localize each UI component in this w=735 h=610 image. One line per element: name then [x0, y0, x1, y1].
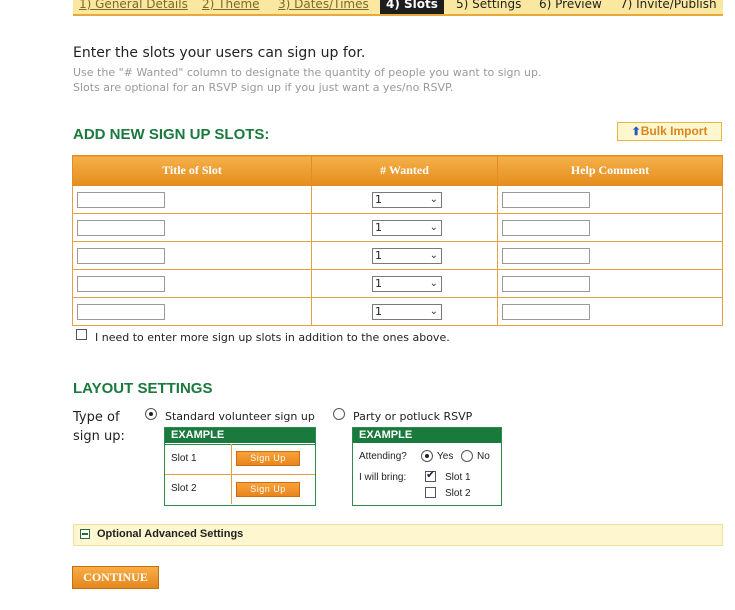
example-yes-radio: [421, 450, 433, 462]
tab-dates-times[interactable]: 3) Dates/Times: [278, 0, 369, 12]
slot-row: 1 ⌄: [72, 269, 723, 298]
wanted-select-value: 1: [375, 192, 382, 206]
party-rsvp-radio[interactable]: [333, 408, 345, 420]
wanted-select[interactable]: 1 ⌄: [372, 275, 442, 292]
arrow-up-icon: ⬆: [631, 126, 641, 138]
column-title-of-slot: Title of Slot: [72, 155, 312, 186]
wanted-select[interactable]: 1 ⌄: [372, 191, 442, 208]
help-comment-input[interactable]: [502, 219, 590, 236]
example-slot-1-checkbox: ✔: [425, 468, 436, 482]
slot-row: 1 ⌄: [72, 185, 723, 214]
chevron-down-icon: ⌄: [429, 221, 438, 233]
tab-general-details[interactable]: 1) General Details: [79, 0, 188, 12]
slot-title-input[interactable]: [77, 219, 165, 236]
wanted-select[interactable]: 1 ⌄: [372, 303, 442, 320]
slot-title-cell: [72, 269, 312, 298]
layout-settings-heading: LAYOUT SETTINGS: [73, 380, 213, 397]
wanted-select-value: 1: [375, 220, 382, 234]
chevron-down-icon: ⌄: [429, 193, 438, 205]
slot-comment-cell: [497, 213, 723, 242]
slot-wanted-cell: 1 ⌄: [311, 185, 498, 214]
help-comment-input[interactable]: [502, 303, 590, 320]
column-help-comment: Help Comment: [497, 155, 723, 186]
slots-table: Title of Slot # Wanted Help Comment 1 ⌄ 1 ⌄…: [72, 155, 723, 326]
example-sign-up-button-2: Sign Up: [236, 482, 300, 497]
example-attending-label: Attending?: [359, 451, 407, 462]
slot-wanted-cell: 1 ⌄: [311, 297, 498, 326]
example-slot-2-label: Slot 2: [171, 483, 197, 494]
advanced-settings-toggle[interactable]: Optional Advanced Settings: [73, 524, 723, 546]
tab-slots[interactable]: 4) Slots: [380, 0, 444, 14]
chevron-down-icon: ⌄: [429, 249, 438, 261]
standard-signup-radio[interactable]: [145, 408, 157, 420]
slot-wanted-cell: 1 ⌄: [311, 213, 498, 242]
slot-title-cell: [72, 241, 312, 270]
example-header: EXAMPLE: [353, 428, 501, 443]
wanted-select-value: 1: [375, 304, 382, 318]
slots-table-header: Title of Slot # Wanted Help Comment: [72, 155, 723, 186]
wanted-select-value: 1: [375, 248, 382, 262]
tab-preview[interactable]: 6) Preview: [539, 0, 602, 12]
more-slots-checkbox[interactable]: [76, 329, 87, 340]
slot-comment-cell: [497, 241, 723, 270]
slot-comment-cell: [497, 297, 723, 326]
add-slots-heading: ADD NEW SIGN UP SLOTS:: [73, 126, 270, 143]
example-party-slot-2: Slot 2: [445, 488, 471, 499]
intro-hint-wanted: Use the "# Wanted" column to designate t…: [73, 66, 542, 79]
bulk-import-button[interactable]: ⬆Bulk Import: [617, 122, 722, 141]
chevron-down-icon: ⌄: [429, 277, 438, 289]
slot-title-input[interactable]: [77, 275, 165, 292]
chevron-down-icon: ⌄: [429, 305, 438, 317]
wanted-select[interactable]: 1 ⌄: [372, 219, 442, 236]
bulk-import-label: Bulk Import: [640, 124, 708, 138]
wanted-select[interactable]: 1 ⌄: [372, 247, 442, 264]
slot-wanted-cell: 1 ⌄: [311, 241, 498, 270]
standard-example-box: EXAMPLE Slot 1 Sign Up Slot 2 Sign Up: [164, 427, 316, 506]
column-wanted: # Wanted: [311, 155, 498, 186]
tab-theme[interactable]: 2) Theme: [202, 0, 260, 12]
example-slot-2-checkbox: [425, 487, 436, 498]
collapse-icon: [80, 529, 90, 539]
slot-title-cell: [72, 213, 312, 242]
example-bring-label: I will bring:: [359, 472, 407, 483]
slot-row: 1 ⌄: [72, 241, 723, 270]
slot-title-input[interactable]: [77, 247, 165, 264]
tab-settings[interactable]: 5) Settings: [456, 0, 521, 12]
intro-text: Enter the slots your users can sign up f…: [73, 45, 366, 61]
help-comment-input[interactable]: [502, 247, 590, 264]
advanced-settings-label: Optional Advanced Settings: [97, 528, 244, 540]
example-sign-up-button-1: Sign Up: [236, 451, 300, 466]
example-party-slot-1: Slot 1: [445, 472, 471, 483]
more-slots-label: I need to enter more sign up slots in ad…: [95, 331, 450, 344]
slot-wanted-cell: 1 ⌄: [311, 269, 498, 298]
wanted-select-value: 1: [375, 276, 382, 290]
slot-title-input[interactable]: [77, 303, 165, 320]
party-example-box: EXAMPLE Attending? Yes No I will bring: …: [352, 427, 502, 506]
type-of-signup-label: Type of sign up:: [73, 410, 125, 444]
slot-row: 1 ⌄: [72, 297, 723, 326]
slot-title-input[interactable]: [77, 191, 165, 208]
wizard-tab-bar: 1) General Details 2) Theme 3) Dates/Tim…: [73, 0, 723, 16]
example-header: EXAMPLE: [165, 428, 315, 443]
continue-button[interactable]: CONTINUE: [72, 566, 159, 589]
example-no-label: No: [477, 451, 490, 462]
intro-hint-rsvp: Slots are optional for an RSVP sign up i…: [73, 81, 454, 94]
help-comment-input[interactable]: [502, 275, 590, 292]
slot-title-cell: [72, 297, 312, 326]
tab-invite-publish[interactable]: 7) Invite/Publish: [620, 0, 717, 12]
example-yes-label: Yes: [437, 451, 454, 462]
example-slot-1-label: Slot 1: [171, 453, 197, 464]
slot-row: 1 ⌄: [72, 213, 723, 242]
example-no-radio: [461, 450, 473, 462]
party-rsvp-label: Party or potluck RSVP: [353, 410, 473, 423]
slot-comment-cell: [497, 185, 723, 214]
slot-comment-cell: [497, 269, 723, 298]
standard-signup-label: Standard volunteer sign up: [165, 410, 315, 423]
slot-title-cell: [72, 185, 312, 214]
checkmark-icon: ✔: [426, 468, 436, 481]
help-comment-input[interactable]: [502, 191, 590, 208]
